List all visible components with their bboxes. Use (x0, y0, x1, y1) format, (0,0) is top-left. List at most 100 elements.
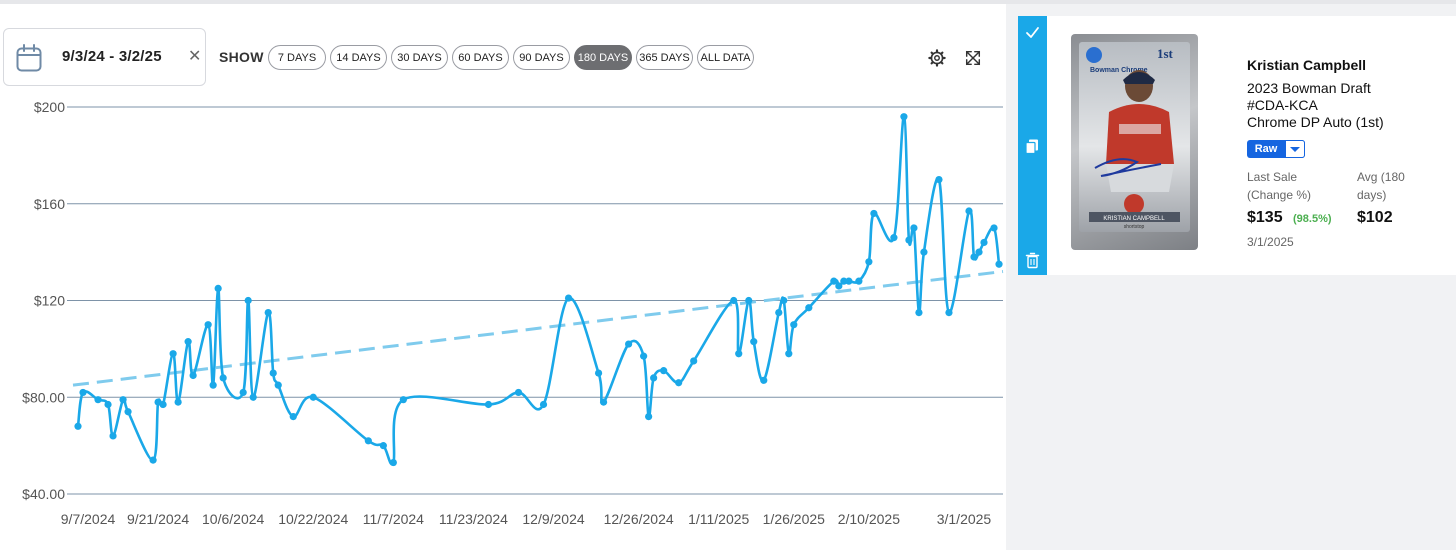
data-point[interactable] (995, 260, 1003, 268)
avg-label: Avg (180 days) (1357, 170, 1405, 202)
data-point[interactable] (785, 350, 793, 358)
last-sale-date: 3/1/2025 (1247, 235, 1294, 249)
x-tick-label: 11/7/2024 (363, 511, 424, 527)
trash-icon[interactable] (1024, 252, 1041, 269)
card-position: shortstop (1124, 224, 1145, 230)
product-variant: Chrome DP Auto (1st) (1247, 114, 1384, 130)
data-point[interactable] (870, 209, 878, 218)
data-point[interactable] (935, 175, 943, 184)
check-icon[interactable] (1024, 24, 1041, 41)
player-photo: Bowman Chrome 1st KRISTIAN CAMPBELL shor… (1086, 46, 1180, 230)
data-point[interactable] (244, 296, 252, 305)
data-point[interactable] (660, 367, 668, 375)
data-point[interactable] (975, 248, 983, 256)
data-point[interactable] (945, 308, 953, 317)
data-point[interactable] (675, 379, 683, 387)
x-tick-label: 2/10/2025 (838, 511, 900, 527)
last-sale-value: $135 (1247, 209, 1283, 226)
x-tick-label: 12/26/2024 (604, 511, 674, 527)
data-point[interactable] (149, 456, 157, 464)
data-point[interactable] (94, 396, 102, 404)
data-point[interactable] (965, 207, 973, 215)
chevron-down-icon[interactable] (1285, 140, 1305, 158)
data-point[interactable] (855, 277, 863, 285)
data-point[interactable] (239, 388, 247, 397)
data-point[interactable] (379, 442, 387, 450)
x-tick-label: 3/1/2025 (937, 511, 992, 527)
data-point[interactable] (915, 308, 923, 317)
data-point[interactable] (184, 338, 192, 346)
data-point[interactable] (625, 340, 633, 348)
x-tick-label: 12/9/2024 (522, 511, 584, 527)
data-point[interactable] (865, 258, 873, 266)
data-point[interactable] (745, 296, 753, 305)
data-point[interactable] (910, 224, 918, 232)
card-nameplate: KRISTIAN CAMPBELL (1103, 216, 1165, 222)
data-point[interactable] (760, 376, 768, 384)
card-detail-panel: Bowman Chrome 1st KRISTIAN CAMPBELL shor… (1018, 16, 1456, 275)
data-point[interactable] (750, 338, 758, 346)
data-point[interactable] (364, 437, 372, 445)
data-point[interactable] (980, 238, 988, 247)
data-point[interactable] (900, 113, 908, 121)
grade-select-label[interactable]: Raw (1247, 140, 1285, 158)
data-point[interactable] (74, 422, 82, 430)
data-point[interactable] (389, 458, 397, 467)
data-point[interactable] (640, 352, 648, 360)
data-point[interactable] (189, 371, 197, 380)
data-point[interactable] (119, 396, 127, 404)
data-point[interactable] (690, 357, 698, 365)
grade-select[interactable]: Raw (1247, 140, 1305, 158)
data-point[interactable] (905, 236, 913, 244)
y-tick-label: $40.00 (22, 486, 65, 502)
data-point[interactable] (289, 413, 297, 421)
data-point[interactable] (269, 369, 277, 377)
data-point[interactable] (159, 400, 167, 409)
copy-icon[interactable] (1024, 138, 1041, 155)
data-point[interactable] (514, 388, 523, 397)
data-point[interactable] (399, 396, 407, 404)
action-bar (1018, 16, 1047, 275)
data-point[interactable] (805, 304, 813, 312)
y-tick-label: $200 (34, 99, 65, 115)
data-point[interactable] (169, 350, 177, 358)
data-point[interactable] (599, 398, 608, 406)
product-number: #CDA-KCA (1247, 97, 1318, 113)
data-point[interactable] (645, 413, 653, 421)
y-tick-label: $160 (34, 196, 65, 212)
data-point[interactable] (274, 381, 282, 389)
data-point[interactable] (219, 374, 227, 382)
data-point[interactable] (204, 321, 212, 329)
data-point[interactable] (209, 381, 217, 389)
data-point[interactable] (124, 408, 132, 416)
data-point[interactable] (79, 388, 87, 397)
data-point[interactable] (730, 296, 738, 305)
y-tick-label: $120 (34, 293, 65, 309)
data-point[interactable] (264, 308, 272, 317)
data-point[interactable] (990, 224, 998, 232)
data-point[interactable] (249, 393, 257, 401)
data-point[interactable] (539, 400, 548, 409)
data-point[interactable] (594, 369, 603, 377)
data-point[interactable] (920, 248, 928, 256)
x-tick-label: 10/6/2024 (202, 511, 264, 527)
data-point[interactable] (104, 400, 112, 409)
x-tick-label: 11/23/2024 (439, 511, 508, 527)
price-chart: $40.00 $80.00 $120 $160 $200 9/7/2024 9/21/202… (22, 99, 1004, 527)
x-tick-label: 10/22/2024 (278, 511, 348, 527)
data-point[interactable] (775, 308, 783, 317)
data-point[interactable] (890, 234, 898, 242)
data-point[interactable] (484, 400, 493, 409)
data-point[interactable] (309, 393, 317, 401)
data-point[interactable] (650, 374, 658, 382)
data-point[interactable] (845, 277, 853, 285)
data-point[interactable] (174, 398, 182, 406)
card-image[interactable]: Bowman Chrome 1st KRISTIAN CAMPBELL shor… (1071, 34, 1198, 250)
data-point[interactable] (109, 432, 117, 440)
data-point[interactable] (735, 350, 743, 358)
avg-value: $102 (1357, 209, 1393, 226)
data-point[interactable] (790, 321, 798, 329)
data-point[interactable] (780, 296, 788, 305)
data-point[interactable] (214, 284, 222, 293)
data-point[interactable] (564, 294, 573, 302)
